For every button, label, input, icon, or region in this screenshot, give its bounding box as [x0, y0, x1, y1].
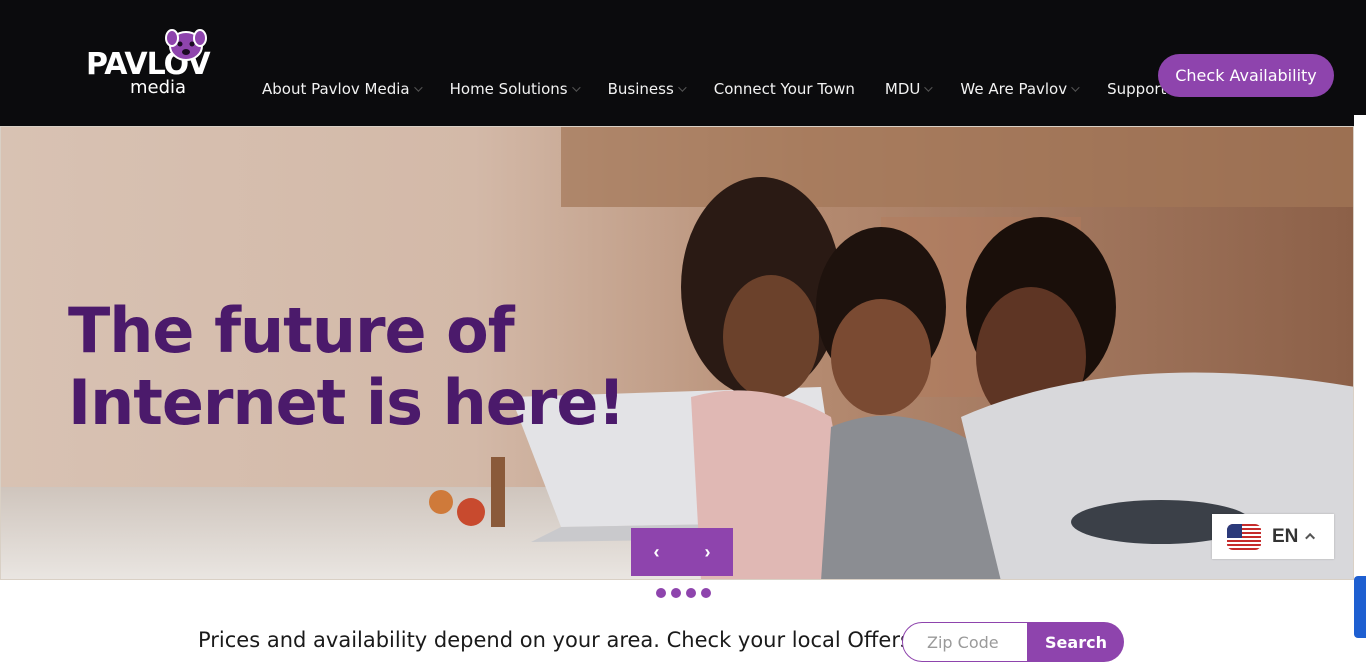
nav-label: MDU	[884, 80, 921, 98]
chevron-down-icon	[677, 83, 687, 92]
chevron-down-icon	[1071, 83, 1080, 92]
hero-slider: The future of Internet is here!	[0, 126, 1354, 580]
nav-item-connect-your-town[interactable]: Connect Your Town	[714, 80, 855, 98]
chevron-down-icon	[571, 83, 581, 92]
language-code: EN	[1272, 525, 1299, 547]
slider-dot[interactable]	[701, 588, 711, 598]
nav-item-we-are-pavlov[interactable]: We Are Pavlov	[960, 80, 1080, 98]
chevron-down-icon	[413, 83, 423, 92]
hero-headline-line1: The future of	[68, 294, 515, 367]
main-nav: About Pavlov Media Home Solutions Busine…	[262, 78, 1166, 100]
pavlov-media-logo[interactable]: PAVLOV media	[86, 28, 211, 98]
slider-controls: ‹ ›	[631, 528, 733, 576]
nav-label: Business	[607, 80, 674, 98]
hero-headline-line2: Internet is here!	[68, 366, 626, 439]
nav-item-mdu[interactable]: MDU	[884, 80, 934, 98]
offers-notice: Prices and availability depend on your a…	[198, 628, 918, 652]
nav-label: Home Solutions	[449, 80, 568, 98]
dog-icon	[165, 29, 207, 61]
chevron-down-icon	[924, 83, 934, 92]
header-edge	[1354, 115, 1366, 126]
nav-label: Connect Your Town	[713, 80, 855, 98]
nav-label: Support	[1107, 80, 1167, 98]
side-widget-tab[interactable]	[1354, 576, 1366, 638]
logo-sub: media	[130, 77, 187, 98]
nav-label: We Are Pavlov	[960, 80, 1068, 98]
zip-code-input[interactable]	[902, 622, 1028, 662]
us-flag-icon	[1227, 523, 1261, 550]
slider-dot[interactable]	[656, 588, 666, 598]
slider-dot[interactable]	[686, 588, 696, 598]
search-button[interactable]: Search	[1028, 622, 1124, 662]
slider-dots	[656, 588, 711, 598]
nav-item-business[interactable]: Business	[607, 80, 687, 98]
nav-label: About Pavlov Media	[262, 80, 410, 98]
nav-item-about[interactable]: About Pavlov Media	[262, 80, 423, 98]
chevron-up-icon	[1305, 532, 1316, 543]
nav-item-support[interactable]: Support	[1107, 80, 1166, 98]
nav-item-home-solutions[interactable]: Home Solutions	[449, 80, 581, 98]
zip-search-form: Search	[902, 622, 1124, 662]
slider-next-button[interactable]: ›	[682, 528, 733, 576]
slider-dot[interactable]	[671, 588, 681, 598]
slider-prev-button[interactable]: ‹	[631, 528, 682, 576]
check-availability-button[interactable]: Check Availability	[1158, 54, 1334, 97]
language-selector[interactable]: EN	[1212, 514, 1334, 559]
hero-headline: The future of Internet is here!	[68, 294, 626, 439]
